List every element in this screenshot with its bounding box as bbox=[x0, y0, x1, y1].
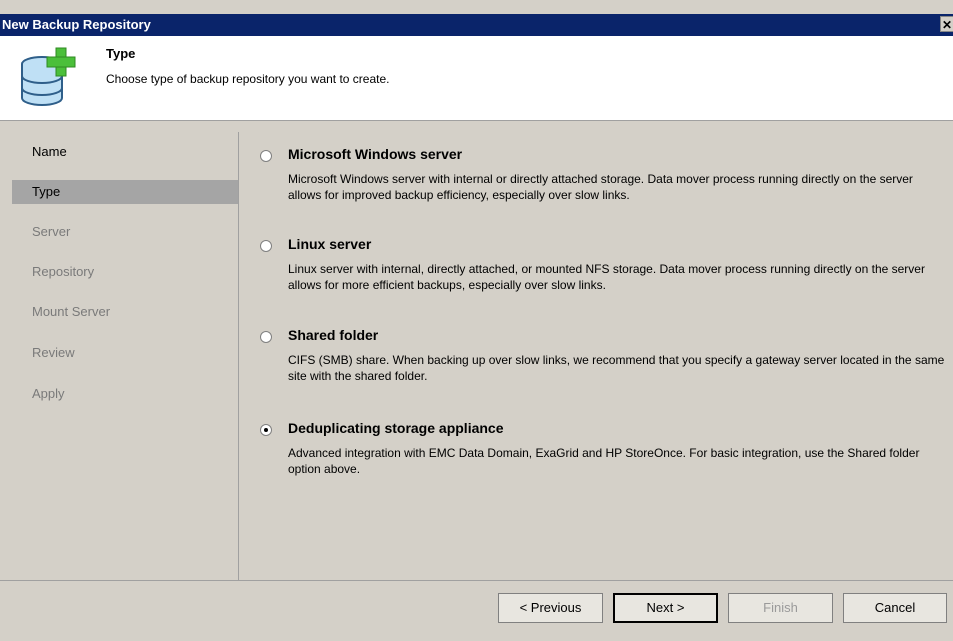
close-icon: ✕ bbox=[941, 18, 953, 32]
radio-shared-folder[interactable] bbox=[260, 331, 272, 343]
step-review: Review bbox=[32, 345, 75, 360]
wizard-header: Type Choose type of backup repository yo… bbox=[0, 36, 953, 121]
step-apply: Apply bbox=[32, 386, 65, 401]
finish-button: Finish bbox=[728, 593, 833, 623]
option-title[interactable]: Microsoft Windows server bbox=[288, 146, 462, 162]
previous-button[interactable]: < Previous bbox=[498, 593, 603, 623]
radio-deduplicating-appliance[interactable] bbox=[260, 424, 272, 436]
option-description: CIFS (SMB) share. When backing up over s… bbox=[288, 353, 945, 383]
option-title[interactable]: Shared folder bbox=[288, 327, 378, 343]
title-bar: New Backup Repository bbox=[0, 14, 953, 36]
close-button[interactable]: ✕ bbox=[940, 16, 953, 32]
step-name[interactable]: Name bbox=[12, 140, 238, 164]
option-description: Linux server with internal, directly att… bbox=[288, 262, 925, 292]
next-button[interactable]: Next > bbox=[613, 593, 718, 623]
option-title[interactable]: Deduplicating storage appliance bbox=[288, 420, 504, 436]
option-description: Advanced integration with EMC Data Domai… bbox=[288, 446, 920, 476]
step-server: Server bbox=[32, 224, 71, 239]
step-title: Type bbox=[106, 46, 136, 61]
step-type[interactable]: Type bbox=[12, 180, 238, 204]
option-description: Microsoft Windows server with internal o… bbox=[288, 172, 913, 202]
step-repository: Repository bbox=[32, 264, 95, 279]
step-mount-server: Mount Server bbox=[32, 304, 111, 319]
wizard-steps-sidebar: Name Type Server Repository Mount Server… bbox=[12, 132, 239, 580]
cancel-button[interactable]: Cancel bbox=[843, 593, 947, 623]
option-title[interactable]: Linux server bbox=[288, 236, 371, 252]
new-backup-repository-window: New Backup Repository ✕ Type Choose type… bbox=[0, 0, 953, 641]
window-title: New Backup Repository bbox=[2, 17, 151, 32]
radio-windows-server[interactable] bbox=[260, 150, 272, 162]
step-subtitle: Choose type of backup repository you wan… bbox=[106, 72, 390, 86]
database-add-icon bbox=[21, 47, 76, 106]
radio-linux-server[interactable] bbox=[260, 240, 272, 252]
footer-divider bbox=[0, 580, 953, 581]
